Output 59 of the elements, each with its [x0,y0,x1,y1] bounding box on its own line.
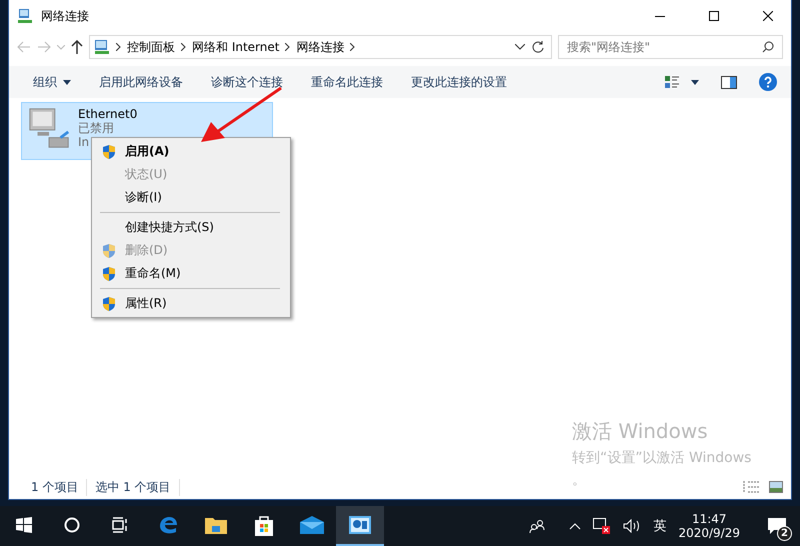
network-error-icon[interactable] [593,518,612,534]
toolbar-button[interactable]: 重命名此连接 [297,68,397,96]
taskbar-app[interactable] [336,506,384,546]
toolbar-button[interactable]: 组织 [19,68,85,96]
task-view-icon [112,517,128,533]
toolbar-button[interactable]: 更改此连接的设置 [397,68,521,96]
activation-text: 转到“设置”以激活 Windows [572,449,752,467]
maximize-icon [709,11,719,21]
connection-status: 已禁用 [78,121,115,135]
windows-logo-icon [16,517,32,533]
envelope-icon[interactable] [300,516,324,534]
status-text: 选中 1 个项目 [87,478,180,496]
chevron-right-icon[interactable] [116,43,121,51]
shopping-bag-icon[interactable] [254,514,274,536]
notification-count: 2 [777,526,792,541]
breadcrumb-link[interactable]: 网络连接 [296,38,344,56]
menu-item[interactable]: 属性(R) [92,292,290,315]
menu-item[interactable]: 诊断(I) [92,186,290,209]
large-icons-view-icon[interactable] [769,481,783,493]
speaker-icon[interactable] [623,519,642,533]
breadcrumb-link[interactable]: 控制面板 [127,38,175,56]
caret-icon [63,80,71,84]
chevron-right-icon[interactable] [350,43,356,51]
toolbar-button[interactable]: 启用此网络设备 [85,68,197,96]
control-panel-icon[interactable] [349,516,371,534]
chevron-up-icon[interactable] [569,522,582,530]
clock[interactable]: 11:47 2020/9/29 [678,512,740,540]
search-field[interactable]: 搜索"网络连接" [558,35,783,59]
connection-name: Ethernet0 [78,107,138,121]
input-language-indicator[interactable]: 英 [653,517,666,535]
notification-button[interactable]: 2 [762,511,792,541]
dropdown-caret-icon[interactable] [515,44,525,50]
breadcrumb-link[interactable]: 网络和 Internet [192,38,280,56]
activation-text: 。 [572,471,587,489]
close-icon [763,11,773,21]
menu-item[interactable]: 重命名(M) [92,262,290,285]
view-options-icon[interactable] [665,75,679,89]
window-title: 网络连接 [41,8,90,24]
activation-title: 激活 Windows [572,418,709,445]
preview-pane-icon[interactable] [721,76,737,88]
chevron-right-icon[interactable] [181,43,186,51]
refresh-icon[interactable] [531,40,545,54]
folder-icon[interactable] [205,516,227,534]
caret-icon[interactable] [691,80,699,84]
up-arrow-icon[interactable] [71,40,83,54]
circle-icon [64,517,80,533]
menu-item[interactable]: 创建快捷方式(S) [92,216,290,239]
help-icon[interactable] [759,73,777,91]
chevron-right-icon[interactable] [285,43,290,51]
toolbar-button[interactable]: 诊断这个连接 [197,68,297,96]
status-text: 1 个项目 [23,478,88,496]
network-folder-icon [17,8,33,24]
search-icon [762,41,774,53]
people-icon[interactable] [529,518,546,534]
e-logo-icon[interactable] [157,514,179,536]
details-view-icon[interactable] [743,480,759,494]
control-panel-icon [94,39,110,55]
address-bar[interactable]: 控制面板 网络和 Internet 网络连接 [89,35,552,59]
connection-device: In [78,135,90,149]
